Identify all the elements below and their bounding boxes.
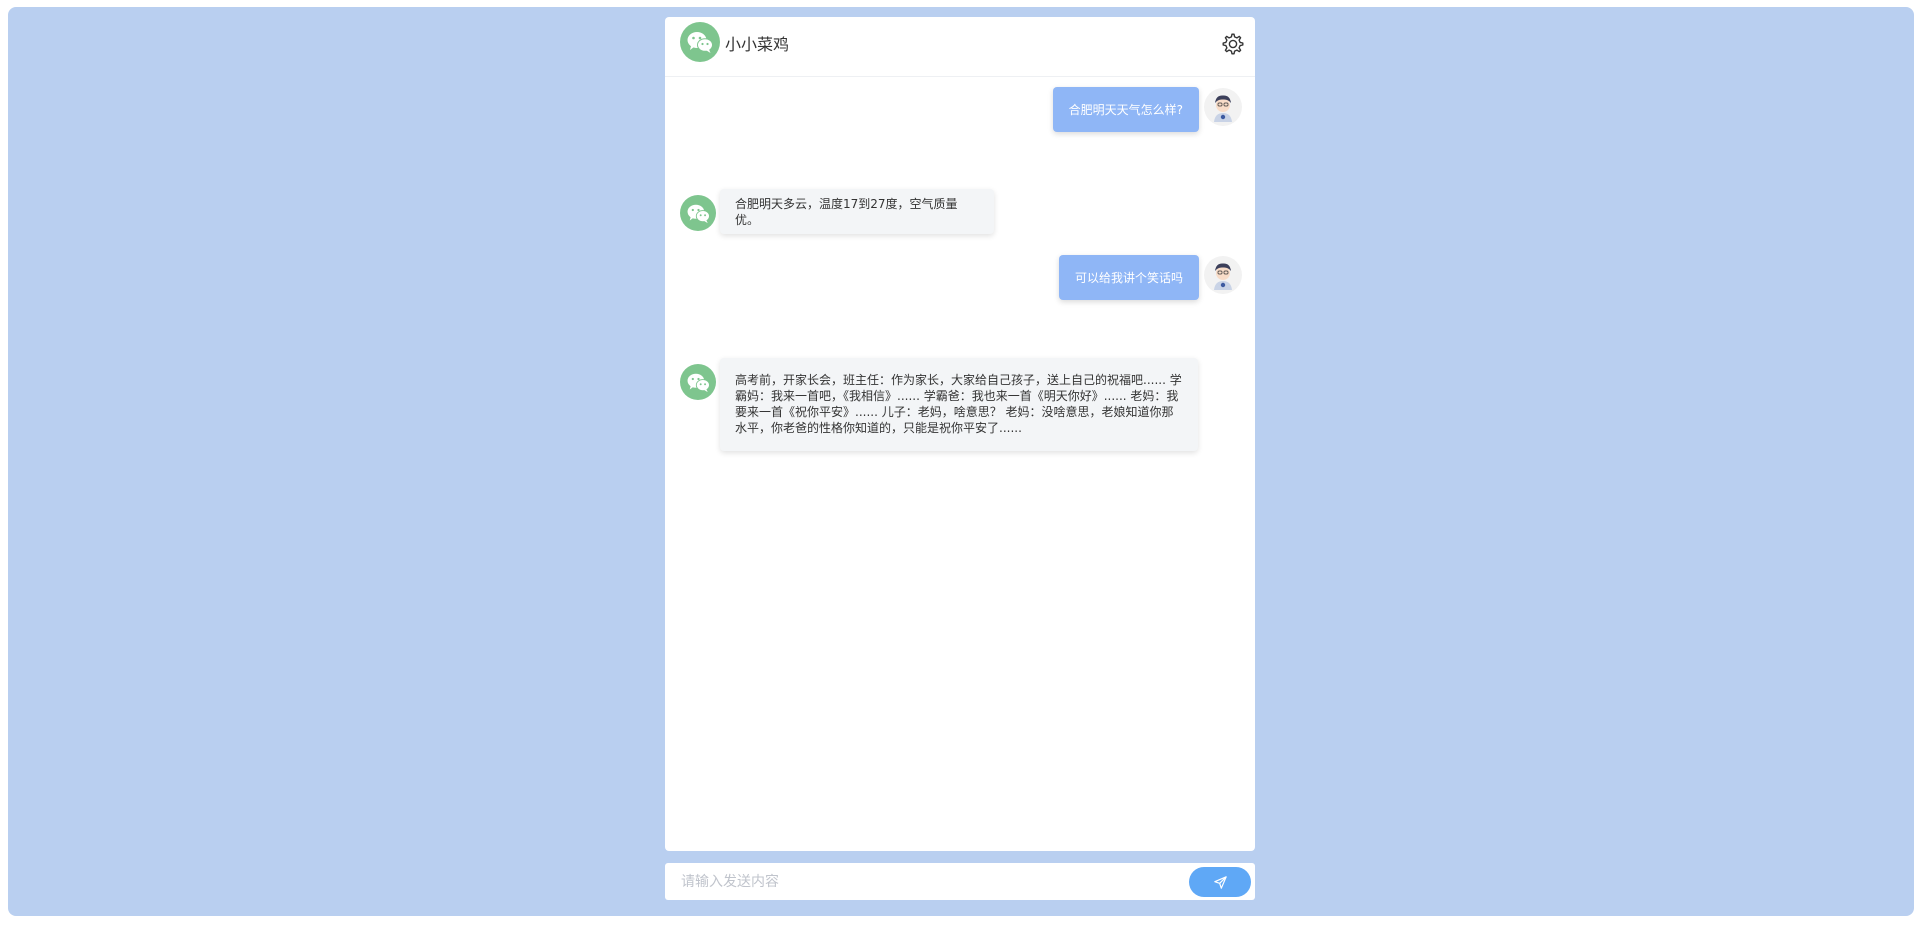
send-button[interactable] (1189, 867, 1251, 897)
bot-message: 高考前，开家长会，班主任：作为家长，大家给自己孩子，送上自己的祝福吧......… (720, 358, 1198, 451)
bot-avatar (680, 364, 716, 400)
chat-header: 小小菜鸡 (665, 17, 1255, 77)
message-text: 合肥明天多云，温度17到27度，空气质量优。 (735, 196, 958, 227)
send-icon (1213, 875, 1227, 889)
message-text: 合肥明天天气怎么样? (1068, 103, 1183, 117)
chat-title: 小小菜鸡 (725, 35, 790, 54)
chat-panel: 小小菜鸡 合肥明天天气怎么样? 合肥明天多云，温度17到27度，空气质量优。 可… (665, 17, 1255, 851)
gear-icon (1222, 33, 1244, 55)
wechat-icon (687, 373, 710, 392)
user-message: 可以给我讲个笑话吗 (1058, 255, 1199, 300)
message-input-bar (665, 863, 1255, 900)
wechat-icon (680, 22, 720, 62)
bot-message: 合肥明天多云，温度17到27度，空气质量优。 (720, 189, 994, 234)
user-avatar (1204, 256, 1242, 294)
settings-button[interactable] (1219, 30, 1247, 58)
user-avatar (1204, 88, 1242, 126)
message-text: 可以给我讲个笑话吗 (1074, 271, 1183, 285)
message-text: 高考前，开家长会，班主任：作为家长，大家给自己孩子，送上自己的祝福吧......… (735, 373, 1182, 435)
message-input[interactable] (665, 863, 1185, 900)
wechat-icon (687, 204, 710, 223)
bot-avatar (680, 195, 716, 231)
user-message: 合肥明天天气怎么样? (1052, 87, 1199, 132)
